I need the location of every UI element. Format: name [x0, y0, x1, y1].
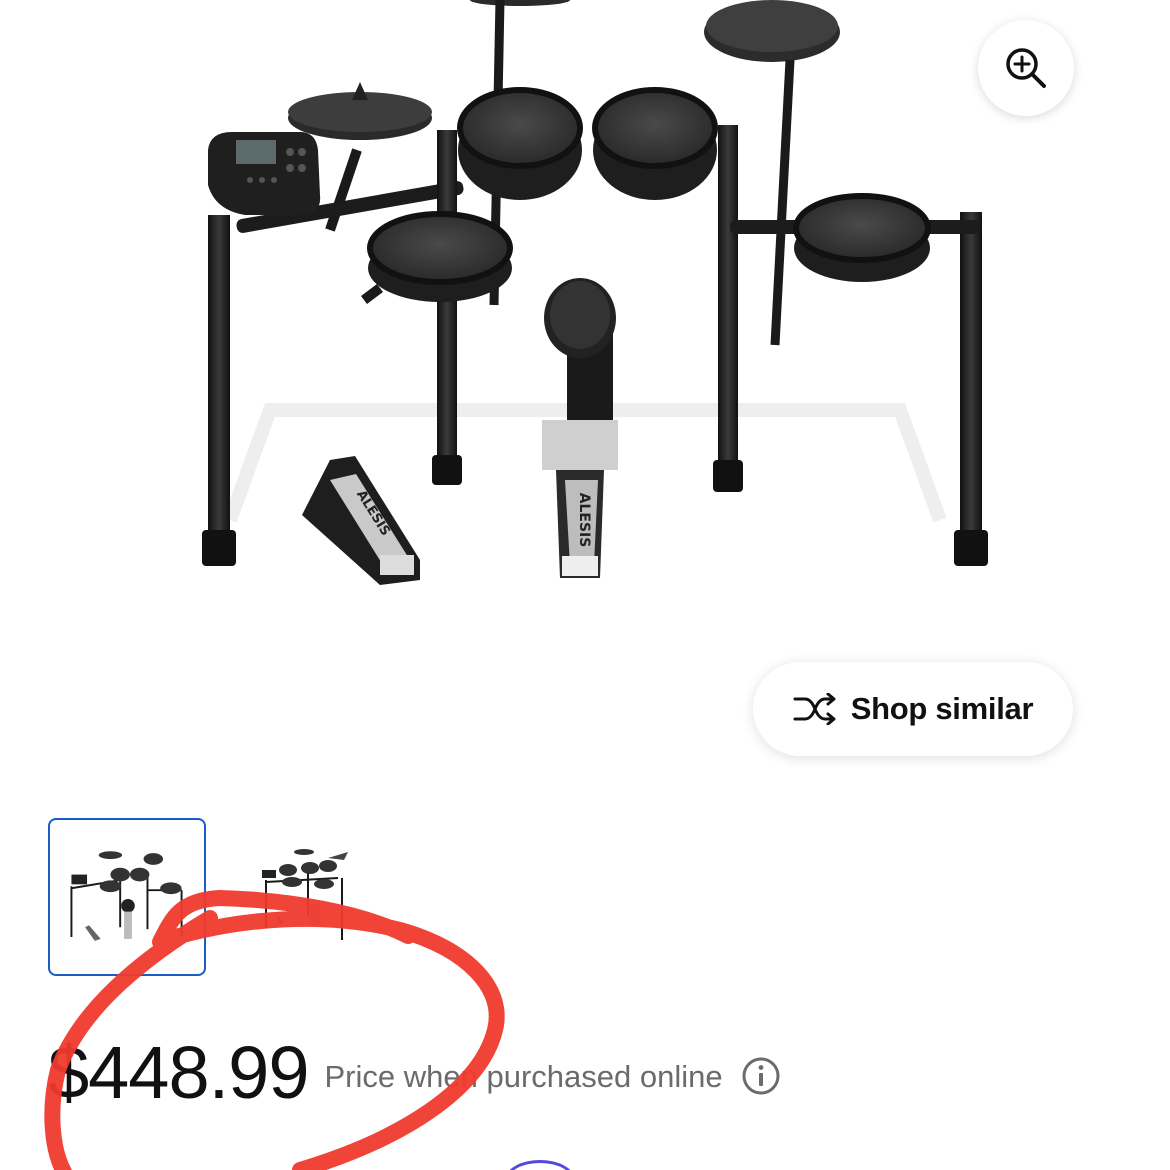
price-row: $448.99 Price when purchased online: [48, 1030, 781, 1114]
thumbnail-2-image: [262, 849, 348, 940]
thumbnail-1-image: [70, 851, 183, 941]
shop-similar-button[interactable]: Shop similar: [753, 662, 1073, 756]
shop-similar-label: Shop similar: [850, 691, 1034, 726]
shuffle-icon: [793, 693, 836, 725]
info-icon[interactable]: [741, 1056, 781, 1096]
product-page: ALESIS ALESIS Shop similar $448.99 Price…: [0, 0, 1170, 1170]
pedal-brand-mark: ALESIS: [576, 493, 592, 548]
price-note: Price when purchased online: [324, 1059, 723, 1094]
zoom-in-icon: [1006, 48, 1046, 88]
thumbnail-2[interactable]: [228, 818, 386, 976]
bottom-partial-element[interactable]: [505, 1160, 575, 1170]
price-amount: $448.99: [48, 1030, 309, 1114]
zoom-button[interactable]: [978, 20, 1074, 116]
thumbnail-1[interactable]: [48, 818, 206, 976]
